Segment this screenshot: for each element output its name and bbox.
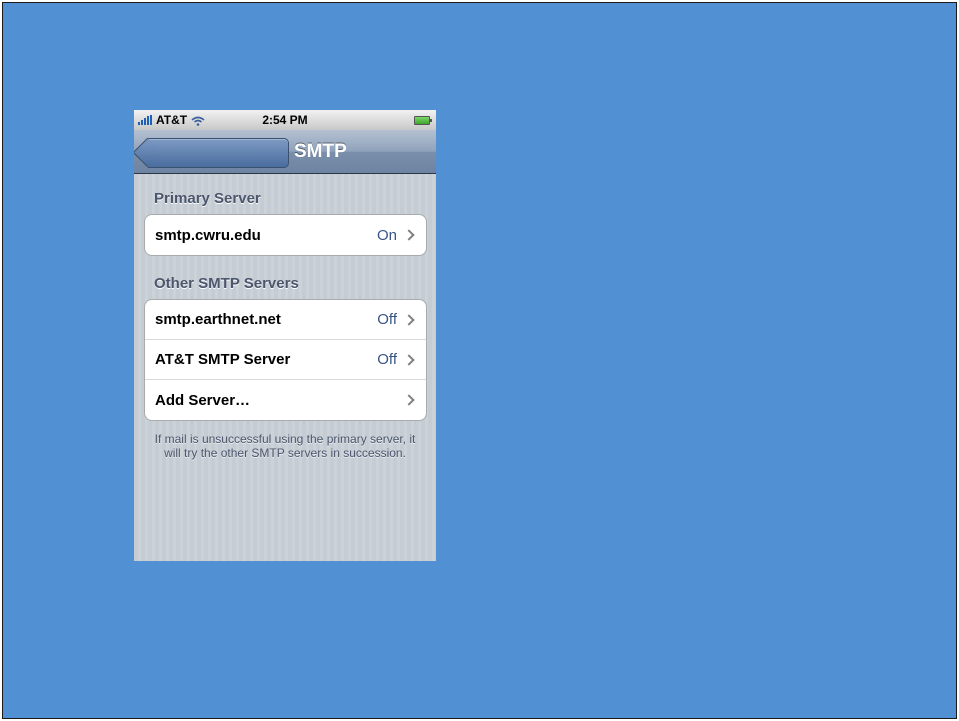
back-button[interactable] [148, 138, 289, 168]
server-status: Off [377, 311, 397, 328]
server-label: smtp.earthnet.net [155, 311, 281, 328]
chevron-right-icon [403, 394, 415, 406]
page-title: SMTP [294, 141, 347, 162]
add-server-row[interactable]: Add Server… [145, 380, 426, 420]
primary-server-group: smtp.cwru.edu On [144, 214, 427, 256]
server-label: smtp.cwru.edu [155, 226, 261, 244]
phone-screen: AT&T 2:54 PM SMTP Primary Server smtp.cw… [134, 110, 436, 561]
other-servers-group: smtp.earthnet.net Off AT&T SMTP Server O… [144, 299, 427, 421]
footer-note: If mail is unsuccessful using the primar… [154, 432, 416, 460]
server-row-smtp-cwru[interactable]: smtp.cwru.edu On [145, 215, 426, 255]
chevron-right-icon [403, 313, 415, 326]
server-row-earthnet[interactable]: smtp.earthnet.net Off [145, 300, 426, 340]
add-server-label: Add Server… [155, 391, 251, 409]
status-bar: AT&T 2:54 PM [134, 110, 436, 130]
clock: 2:54 PM [262, 113, 308, 127]
navigation-bar: SMTP [134, 130, 436, 174]
other-servers-header: Other SMTP Servers [154, 275, 299, 292]
server-status: Off [377, 351, 397, 368]
chevron-right-icon [403, 229, 415, 241]
server-row-att[interactable]: AT&T SMTP Server Off [145, 340, 426, 380]
primary-server-header: Primary Server [154, 190, 261, 207]
battery-icon [414, 116, 432, 125]
chevron-right-icon [403, 353, 415, 366]
server-label: AT&T SMTP Server [155, 351, 291, 368]
desktop-background: AT&T 2:54 PM SMTP Primary Server smtp.cw… [2, 2, 957, 719]
server-status: On [376, 226, 397, 244]
